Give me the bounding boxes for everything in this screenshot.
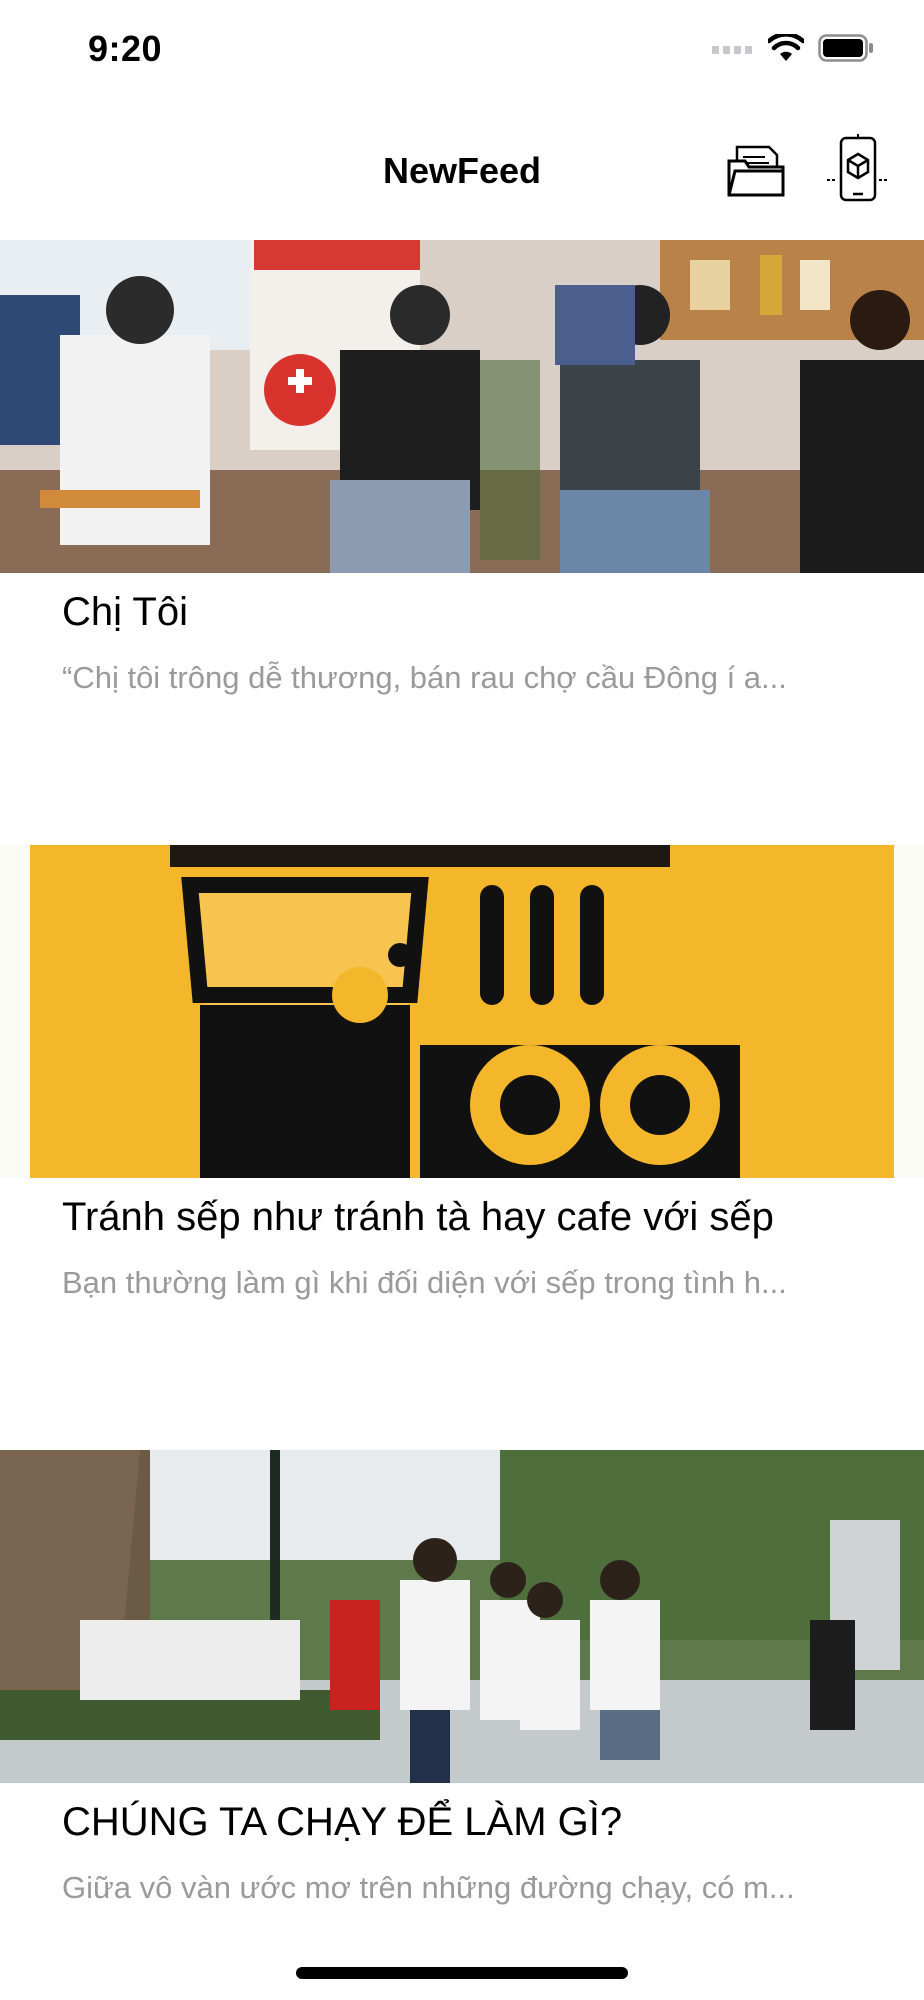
status-bar: 9:20 <box>0 0 924 100</box>
battery-icon <box>818 34 874 67</box>
status-icons <box>712 32 874 67</box>
feed-card-description: “Chị tôi trông dễ thương, bán rau chợ cầ… <box>62 660 787 695</box>
feed-card-title: CHÚNG TA CHẠY ĐỂ LÀM GÌ? <box>62 1800 623 1844</box>
folder-icon <box>725 139 787 206</box>
home-indicator[interactable] <box>296 1967 628 1979</box>
coffee-talk-logo <box>0 845 924 1178</box>
ar-button[interactable] <box>818 130 898 214</box>
blood-donation-photo <box>0 240 924 573</box>
feed-card[interactable]: Chị Tôi “Chị tôi trông dễ thương, bán ra… <box>0 240 924 845</box>
feed-card-description: Giữa vô vàn ước mơ trên những đường chạy… <box>62 1870 795 1905</box>
wifi-icon <box>766 32 806 67</box>
feed-card[interactable]: Tránh sếp như tránh tà hay cafe với sếp … <box>0 845 924 1450</box>
feed-card-title: Chị Tôi <box>62 590 188 634</box>
feed-card[interactable]: CHÚNG TA CHẠY ĐỂ LÀM GÌ? Giữa vô vàn ước… <box>0 1450 924 2000</box>
status-time: 9:20 <box>88 28 163 69</box>
news-feed-list: Chị Tôi “Chị tôi trông dễ thương, bán ra… <box>0 240 924 2000</box>
feed-card-title: Tránh sếp như tránh tà hay cafe với sếp <box>62 1195 774 1239</box>
navigation-bar: NewFeed <box>0 110 924 240</box>
cellular-icon <box>712 41 754 60</box>
feed-card-description: Bạn thường làm gì khi đối diện với sếp t… <box>62 1265 787 1300</box>
ar-cube-icon <box>825 133 891 211</box>
running-event-photo <box>0 1450 924 1783</box>
folder-button[interactable] <box>716 130 796 214</box>
